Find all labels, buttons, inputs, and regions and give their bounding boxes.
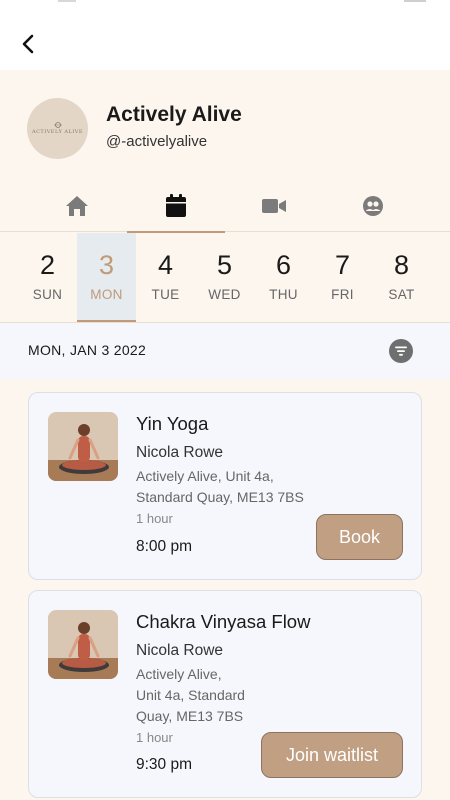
- class-title: Yin Yoga: [136, 413, 209, 434]
- location-line: Actively Alive, Unit 4a,: [136, 468, 274, 484]
- class-title: Chakra Vinyasa Flow: [136, 611, 311, 632]
- profile-handle: @-activelyalive: [106, 133, 208, 150]
- class-duration: 1 hour: [136, 730, 173, 745]
- class-location: Actively Alive, Unit 4a, Standard Quay, …: [136, 664, 245, 727]
- day-number: 2: [39, 250, 56, 280]
- day-name: TUE: [151, 287, 180, 302]
- date-header: MON, JAN 3 2022: [0, 323, 450, 379]
- filter-button[interactable]: [389, 339, 413, 363]
- profile-header: ACTIVELY ALIVE Actively Alive @-actively…: [0, 70, 450, 180]
- status-bar-fragment: [404, 0, 426, 2]
- yoga-pose-image: [48, 412, 118, 481]
- calendar-icon: [166, 194, 186, 217]
- location-line: Unit 4a, Standard: [136, 687, 245, 703]
- avatar-logo-text: ACTIVELY ALIVE: [31, 129, 84, 135]
- class-card-chakra-vinyasa-flow[interactable]: Chakra Vinyasa Flow Nicola Rowe Actively…: [28, 590, 422, 798]
- day-fri[interactable]: 7 FRI: [313, 233, 372, 322]
- tab-schedule[interactable]: [127, 180, 225, 233]
- tab-community[interactable]: [324, 180, 422, 232]
- filter-icon: [395, 346, 407, 356]
- day-number: 4: [157, 250, 174, 280]
- selected-date-label: MON, JAN 3 2022: [28, 342, 147, 358]
- day-sun[interactable]: 2 SUN: [18, 233, 77, 322]
- day-sat[interactable]: 8 SAT: [372, 233, 431, 322]
- video-icon: [262, 199, 286, 213]
- day-name: MON: [90, 287, 123, 302]
- day-selector: 2 SUN 3 MON 4 TUE 5 WED 6 THU 7 FRI 8 SA…: [0, 233, 450, 323]
- brand-logo-icon: [53, 122, 62, 128]
- day-wed[interactable]: 5 WED: [195, 233, 254, 322]
- day-number: 6: [275, 250, 292, 280]
- back-button[interactable]: [14, 30, 42, 58]
- day-name: FRI: [331, 287, 354, 302]
- tab-videos[interactable]: [225, 180, 323, 232]
- yoga-pose-image: [48, 610, 118, 679]
- location-line: Quay, ME13 7BS: [136, 708, 244, 724]
- day-number: 5: [216, 250, 233, 280]
- community-icon: [363, 196, 383, 216]
- join-waitlist-button[interactable]: Join waitlist: [261, 732, 403, 778]
- top-bar: [0, 0, 450, 70]
- class-time: 8:00 pm: [136, 538, 193, 555]
- day-name: THU: [269, 287, 298, 302]
- class-location: Actively Alive, Unit 4a, Standard Quay, …: [136, 466, 304, 508]
- class-duration: 1 hour: [136, 511, 173, 526]
- day-tue[interactable]: 4 TUE: [136, 233, 195, 322]
- day-number: 3: [98, 250, 115, 280]
- class-thumbnail: [48, 610, 118, 679]
- class-instructor: Nicola Rowe: [136, 444, 224, 461]
- class-time: 9:30 pm: [136, 756, 193, 773]
- tab-home[interactable]: [28, 180, 126, 232]
- home-icon: [66, 196, 88, 216]
- location-line: Actively Alive,: [136, 666, 222, 682]
- avatar[interactable]: ACTIVELY ALIVE: [27, 98, 88, 159]
- tab-bar: [0, 180, 450, 233]
- day-mon[interactable]: 3 MON: [77, 233, 136, 322]
- day-thu[interactable]: 6 THU: [254, 233, 313, 322]
- class-thumbnail: [48, 412, 118, 481]
- day-name: WED: [208, 287, 241, 302]
- chevron-left-icon: [22, 34, 34, 54]
- location-line: Standard Quay, ME13 7BS: [136, 489, 304, 505]
- status-bar-fragment: [58, 0, 76, 2]
- class-card-yin-yoga[interactable]: Yin Yoga Nicola Rowe Actively Alive, Uni…: [28, 392, 422, 580]
- day-name: SAT: [388, 287, 415, 302]
- book-button[interactable]: Book: [316, 514, 403, 560]
- day-name: SUN: [32, 287, 63, 302]
- class-instructor: Nicola Rowe: [136, 642, 224, 659]
- day-number: 8: [393, 250, 410, 280]
- profile-name: Actively Alive: [106, 103, 242, 126]
- day-number: 7: [334, 250, 351, 280]
